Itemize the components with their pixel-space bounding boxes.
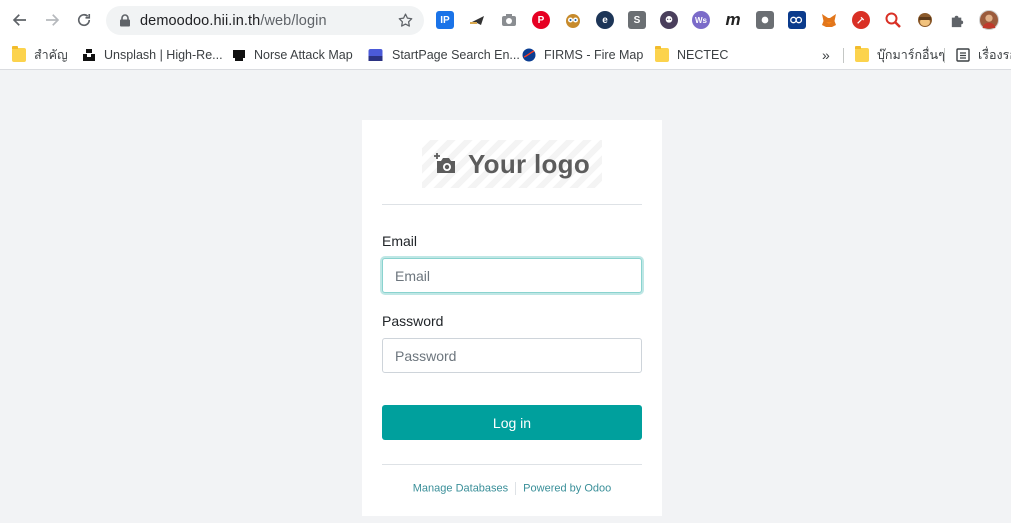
logo-text: Your logo (467, 148, 591, 179)
bookmarks-bar: สำคัญ Unsplash | High-Re... Norse Attack… (0, 40, 1011, 70)
pinterest-icon[interactable]: P (532, 11, 550, 29)
e-extension-icon[interactable]: e (596, 11, 614, 29)
folder-icon (855, 46, 869, 62)
reading-list[interactable]: เรื่องรอ (956, 46, 1011, 64)
reload-icon[interactable] (72, 8, 96, 32)
url-text: demoodoo.hii.in.th/web/login (140, 13, 327, 29)
address-bar[interactable]: demoodoo.hii.in.th/web/login (106, 6, 424, 35)
password-label: Password (382, 313, 444, 329)
email-label: Email (382, 233, 418, 249)
bookmark-norse-attack-map[interactable]: Norse Attack Map (232, 46, 353, 64)
m-extension-icon[interactable]: m (724, 10, 742, 29)
forward-arrow-icon[interactable] (40, 8, 64, 32)
folder-icon (12, 46, 26, 62)
password-input[interactable] (382, 338, 642, 373)
magnifier-extension-icon[interactable] (884, 11, 902, 29)
powered-by-odoo-link[interactable]: Powered by Odoo (523, 482, 611, 494)
divider (382, 464, 642, 465)
browser-toolbar: demoodoo.hii.in.th/web/login IP P e S Ws… (0, 0, 1011, 40)
divider (382, 204, 642, 205)
owl-extension-icon[interactable] (564, 11, 582, 29)
nasa-icon (522, 48, 536, 62)
startpage-icon (368, 49, 383, 61)
email-input[interactable] (382, 258, 642, 293)
camera-extension-icon[interactable] (500, 11, 518, 29)
ws-extension-icon[interactable]: Ws (692, 11, 710, 29)
bookmark-firms-fire-map[interactable]: FIRMS - Fire Map (522, 46, 643, 64)
bookmark-startpage[interactable]: StartPage Search En... (367, 46, 520, 64)
login-button[interactable]: Log in (382, 405, 642, 440)
login-card: Your logo Email Password Log in Manage D… (362, 120, 662, 516)
bookmarks-divider (944, 48, 945, 63)
ghost-extension-icon[interactable] (660, 11, 678, 29)
extensions-puzzle-icon[interactable] (948, 11, 966, 29)
lock-icon (120, 14, 130, 27)
bookmark-other-bookmarks-folder[interactable]: บุ๊กมาร์กอื่นๆ (855, 46, 945, 64)
s-extension-icon[interactable]: S (628, 11, 646, 29)
oo-extension-icon[interactable] (788, 11, 806, 29)
square-extension-icon[interactable] (756, 11, 774, 29)
folder-icon (655, 46, 669, 62)
unsplash-icon (83, 49, 95, 61)
back-arrow-icon[interactable] (8, 8, 32, 32)
bookmark-important-folder[interactable]: สำคัญ (12, 46, 68, 64)
ip-extension-icon[interactable]: IP (436, 11, 454, 29)
bookmark-nectec-folder[interactable]: NECTEC (655, 46, 728, 64)
bookmarks-divider (843, 48, 844, 63)
norse-icon (233, 50, 245, 61)
bookmark-star-icon[interactable] (397, 12, 414, 29)
bookmarks-overflow-chevron[interactable]: » (822, 46, 830, 64)
monkey-extension-icon[interactable] (916, 11, 934, 29)
profile-avatar[interactable] (979, 10, 999, 30)
reading-list-icon (956, 48, 970, 62)
company-logo: Your logo (422, 140, 602, 188)
camera-plus-icon (433, 153, 455, 173)
manage-databases-link[interactable]: Manage Databases (413, 482, 508, 494)
guitar-extension-icon[interactable] (852, 11, 870, 29)
bookmark-unsplash[interactable]: Unsplash | High-Re... (82, 46, 223, 64)
footer-links: Manage Databases Powered by Odoo (382, 482, 642, 495)
link-separator (515, 482, 517, 495)
airplane-extension-icon[interactable] (468, 11, 486, 29)
metamask-fox-icon[interactable] (820, 11, 838, 29)
